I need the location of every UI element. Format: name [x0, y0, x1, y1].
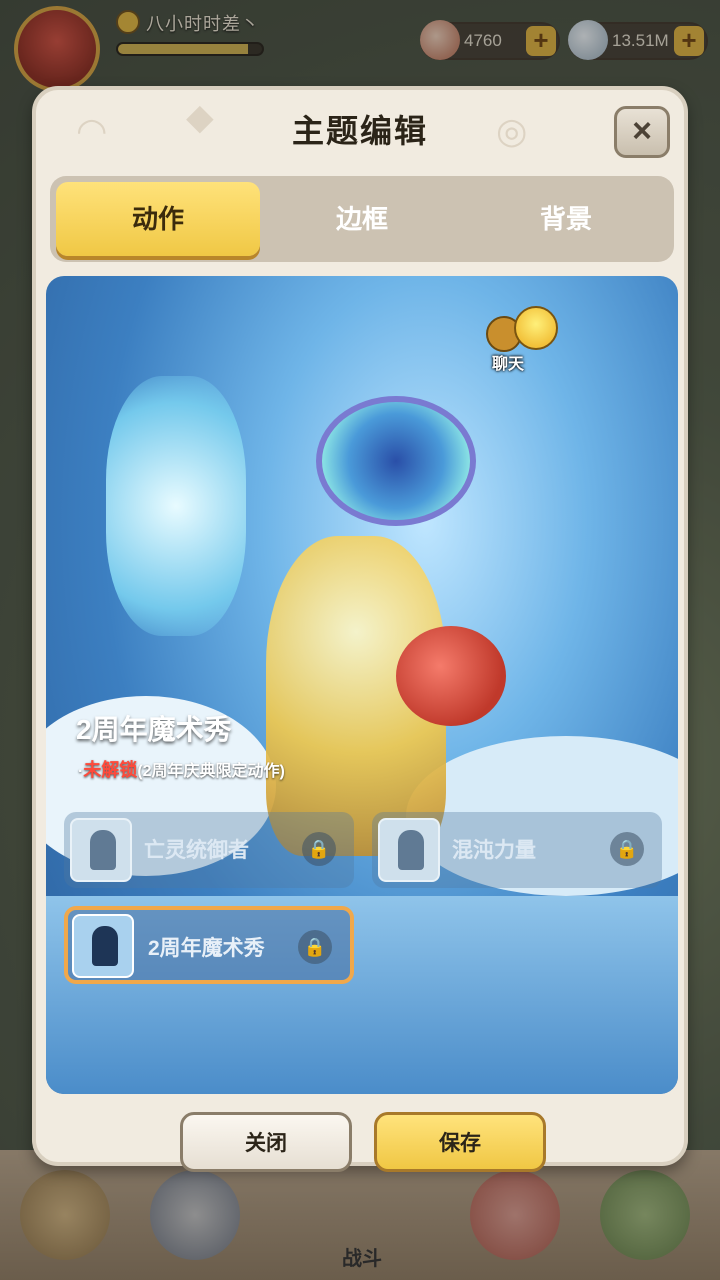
action-thumbnail [70, 818, 132, 882]
chat-label[interactable]: 聊天 [492, 350, 524, 374]
magic-halo-effect [316, 396, 476, 526]
figure-icon [92, 926, 118, 966]
action-item-selected[interactable]: 2周年魔术秀 🔒 [64, 906, 354, 984]
action-item-label: 亡灵统御者 [144, 839, 249, 862]
save-button[interactable]: 保存 [374, 1112, 546, 1172]
tab-bar: 动作 边框 背景 [50, 176, 674, 262]
action-item-label: 2周年魔术秀 [148, 937, 265, 960]
close-button[interactable]: 关闭 [180, 1112, 352, 1172]
status-locked: 未解锁 [83, 760, 138, 780]
water-fountain-effect [106, 376, 246, 636]
lock-icon: 🔒 [298, 930, 332, 964]
action-name: 2周年魔术秀 [76, 714, 232, 745]
action-item-label: 混沌力量 [452, 839, 536, 862]
action-preview: 聊天 2周年魔术秀 ·未解锁(2周年庆典限定动作) 亡灵统御者 🔒 混沌力量 🔒… [46, 276, 678, 1094]
pet-character [396, 626, 506, 726]
close-icon[interactable]: × [614, 106, 670, 158]
action-status: ·未解锁(2周年庆典限定动作) [78, 756, 285, 782]
lock-icon: 🔒 [610, 832, 644, 866]
action-item[interactable]: 亡灵统御者 🔒 [64, 812, 354, 888]
figure-icon [398, 830, 424, 870]
action-thumbnail [72, 914, 134, 978]
theme-edit-modal: ◠ ◆ ◎ 主题编辑 × 动作 边框 背景 聊天 2周年魔术秀 ·未解锁(2周年… [32, 86, 688, 1172]
chat-emote-icon[interactable] [514, 306, 558, 350]
tab-background[interactable]: 背景 [464, 182, 668, 256]
status-detail: (2周年庆典限定动作) [137, 763, 285, 780]
tab-frame[interactable]: 边框 [260, 182, 464, 256]
tab-action[interactable]: 动作 [56, 182, 260, 256]
modal-title: 主题编辑 [291, 113, 428, 149]
action-thumbnail [378, 818, 440, 882]
figure-icon [90, 830, 116, 870]
action-item[interactable]: 混沌力量 🔒 [372, 812, 662, 888]
lock-icon: 🔒 [302, 832, 336, 866]
